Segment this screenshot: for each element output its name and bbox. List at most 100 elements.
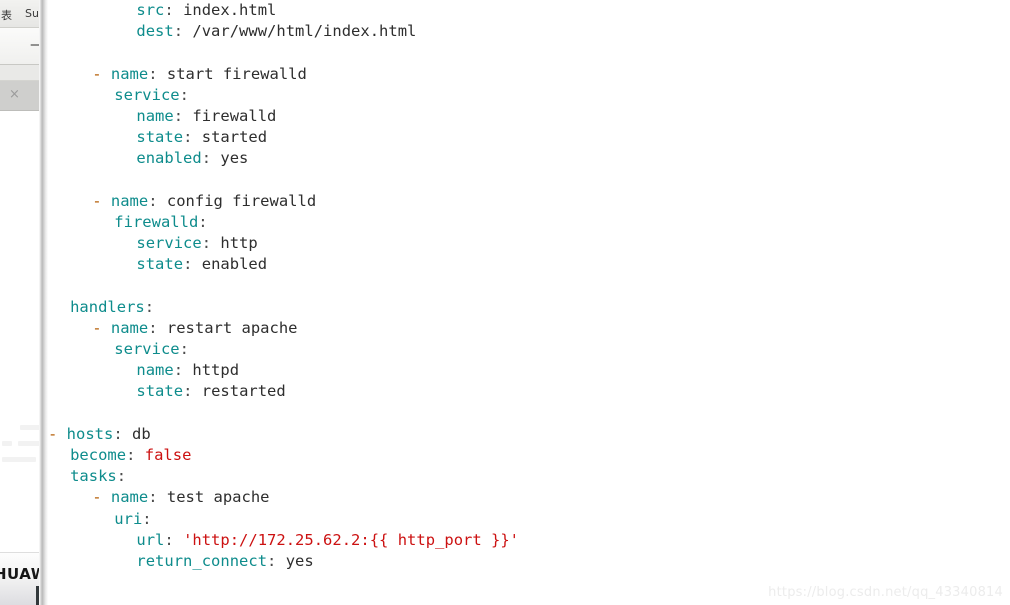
yaml-key: handlers bbox=[70, 297, 145, 316]
yaml-key: enabled bbox=[136, 149, 202, 168]
yaml-colon: : bbox=[116, 467, 127, 486]
watermark: https://blog.csdn.net/qq_43340814 bbox=[768, 585, 1003, 600]
yaml-list-dash: - bbox=[92, 64, 111, 83]
yaml-colon: : bbox=[164, 1, 174, 19]
yaml-key: name bbox=[110, 318, 149, 337]
yaml-colon: : bbox=[113, 424, 123, 443]
yaml-key: name bbox=[110, 191, 149, 210]
code-line: state: restarted bbox=[48, 381, 1010, 402]
yaml-value: /var/www/html/index.html bbox=[183, 22, 417, 41]
yaml-key: name bbox=[136, 361, 174, 380]
yaml-key: state bbox=[136, 382, 184, 401]
yaml-colon: : bbox=[144, 297, 155, 316]
yaml-value: started bbox=[192, 128, 268, 147]
yaml-value: restart apache bbox=[157, 318, 298, 337]
window-divider bbox=[39, 0, 48, 605]
yaml-key: hosts bbox=[66, 424, 114, 443]
code-line: src: index.html bbox=[48, 0, 1010, 21]
yaml-colon: : bbox=[148, 191, 158, 210]
code-line: - name: config firewalld bbox=[48, 191, 1010, 212]
yaml-key: tasks bbox=[70, 467, 117, 486]
yaml-value: start firewalld bbox=[157, 64, 307, 83]
yaml-value: index.html bbox=[173, 1, 277, 19]
code-line: service: bbox=[48, 85, 1010, 106]
code-line: state: started bbox=[48, 127, 1010, 148]
yaml-key: become bbox=[70, 445, 127, 464]
code-line: name: httpd bbox=[48, 360, 1010, 381]
yaml-key: uri bbox=[114, 509, 143, 528]
yaml-colon: : bbox=[148, 318, 158, 337]
yaml-colon: : bbox=[183, 382, 193, 401]
yaml-colon: : bbox=[201, 149, 212, 168]
code-line: name: firewalld bbox=[48, 106, 1010, 127]
yaml-list-dash: - bbox=[92, 488, 111, 507]
menubar-glyph: 表 bbox=[1, 9, 12, 22]
yaml-key: service bbox=[114, 340, 180, 358]
code-line: service: bbox=[48, 339, 1010, 360]
yaml-colon: : bbox=[148, 488, 158, 507]
yaml-value: db bbox=[122, 424, 151, 443]
yaml-key: name bbox=[110, 64, 149, 83]
code-line: firewalld: bbox=[48, 212, 1010, 233]
code-editor-pane[interactable]: src: index.html dest: /var/www/html/index… bbox=[48, 0, 1010, 605]
yaml-key: url bbox=[136, 530, 165, 549]
yaml-key: firewalld bbox=[114, 212, 199, 231]
yaml-key: service bbox=[136, 234, 202, 253]
yaml-list-dash: - bbox=[48, 424, 67, 443]
code-line: enabled: yes bbox=[48, 148, 1010, 169]
code-line: return_connect: yes bbox=[48, 551, 1010, 572]
yaml-value: false bbox=[135, 445, 192, 464]
yaml-value: test apache bbox=[157, 488, 270, 507]
yaml-colon: : bbox=[179, 340, 189, 358]
code-line: handlers: bbox=[48, 297, 1010, 318]
yaml-key: return_connect bbox=[136, 551, 268, 570]
yaml-value: yes bbox=[211, 149, 249, 168]
yaml-colon: : bbox=[267, 551, 277, 570]
yaml-value: 'http://172.25.62.2:{{ http_port }}' bbox=[173, 530, 520, 549]
yaml-key: src bbox=[136, 1, 165, 19]
code-line: uri: bbox=[48, 509, 1010, 530]
yaml-colon: : bbox=[179, 85, 189, 104]
yaml-colon: : bbox=[164, 530, 174, 549]
yaml-value: enabled bbox=[192, 255, 268, 274]
yaml-key: name bbox=[110, 488, 149, 507]
code-line: - name: start firewalld bbox=[48, 64, 1010, 85]
yaml-code-block[interactable]: src: index.html dest: /var/www/html/index… bbox=[48, 0, 1010, 572]
yaml-key: name bbox=[136, 106, 174, 125]
yaml-key: service bbox=[114, 85, 180, 104]
yaml-colon: : bbox=[148, 64, 158, 83]
code-line: - hosts: db bbox=[48, 424, 1010, 445]
yaml-colon: : bbox=[198, 212, 208, 231]
yaml-colon: : bbox=[183, 128, 193, 147]
yaml-list-dash: - bbox=[92, 191, 111, 210]
yaml-value: httpd bbox=[183, 361, 240, 380]
code-line: become: false bbox=[48, 445, 1010, 466]
yaml-colon: : bbox=[183, 255, 193, 274]
ghost-text-line bbox=[2, 441, 12, 446]
ghost-text-line bbox=[2, 457, 36, 462]
code-line: service: http bbox=[48, 233, 1010, 254]
yaml-value: yes bbox=[276, 551, 314, 570]
yaml-list-dash: - bbox=[92, 318, 111, 337]
code-line: - name: test apache bbox=[48, 487, 1010, 508]
yaml-colon: : bbox=[173, 106, 184, 125]
code-line: tasks: bbox=[48, 466, 1010, 487]
menubar-item[interactable]: Su bbox=[25, 7, 39, 20]
code-line: - name: restart apache bbox=[48, 318, 1010, 339]
yaml-colon: : bbox=[201, 234, 212, 253]
yaml-value: restarted bbox=[192, 382, 286, 401]
yaml-colon: : bbox=[142, 509, 152, 528]
close-icon[interactable]: × bbox=[8, 88, 21, 101]
yaml-colon: : bbox=[173, 22, 184, 41]
yaml-colon: : bbox=[173, 361, 184, 380]
code-line: url: 'http://172.25.62.2:{{ http_port }}… bbox=[48, 530, 1010, 551]
yaml-key: state bbox=[136, 128, 184, 147]
yaml-key: dest bbox=[136, 22, 174, 41]
code-line: dest: /var/www/html/index.html bbox=[48, 21, 1010, 42]
yaml-value: config firewalld bbox=[157, 191, 317, 210]
yaml-value: firewalld bbox=[183, 106, 277, 125]
